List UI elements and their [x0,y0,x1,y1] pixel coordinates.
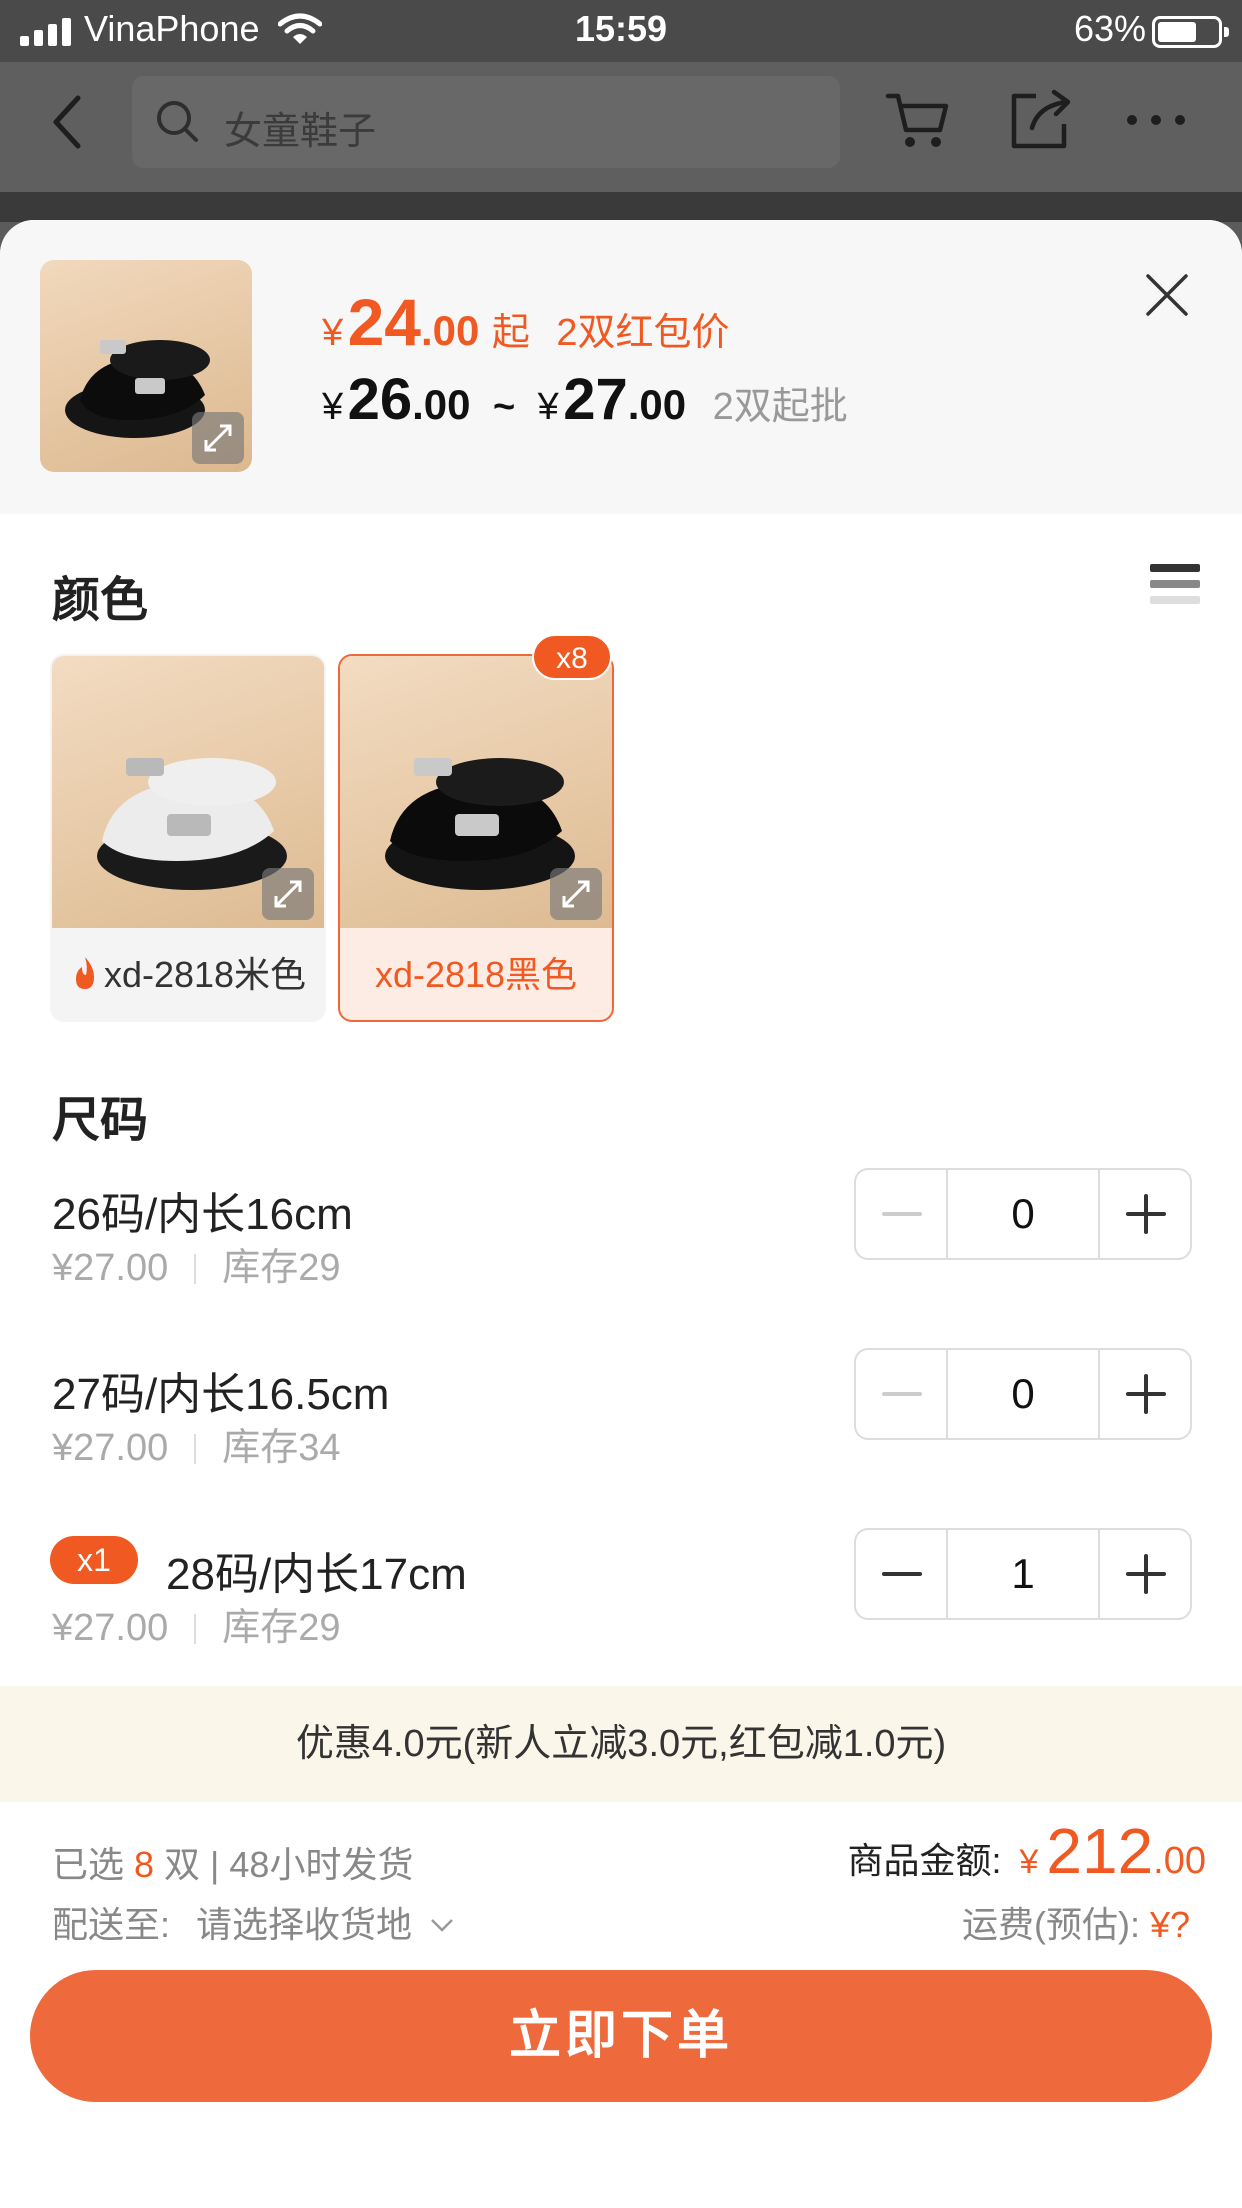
increase-button[interactable] [1098,1530,1190,1618]
ship-label: 配送至: [52,1904,171,1945]
size-name: 28码/内长17cm [166,1550,467,1599]
price-high-decimal: .00 [627,381,687,428]
total-decimal: .00 [1153,1840,1206,1882]
size-section-title: 尺码 [52,1094,149,1147]
more-icon[interactable] [1120,84,1192,156]
currency-symbol: ¥ [537,386,559,428]
size-meta: ¥27.00 库存29 [52,1236,341,1291]
discount-banner: 优惠4.0元(新人立减3.0元,红包减1.0元) [0,1686,1242,1802]
size-name: 27码/内长16.5cm [52,1370,390,1419]
quantity-value[interactable]: 0 [948,1350,1098,1438]
color-option-beige[interactable]: xd-2818米色 [50,654,326,1022]
list-view-icon[interactable] [1150,564,1200,616]
min-order-text: 2双起批 [712,386,848,428]
size-price: ¥27.00 [52,1607,169,1649]
search-icon [157,101,198,142]
size-row: 27码/内长16.5cm ¥27.00 库存34 0 [0,1348,1242,1488]
size-name: 26码/内长16cm [52,1190,353,1239]
total-amount: 商品金额: ¥212.00 [847,1814,1206,1888]
size-meta: ¥27.00 库存34 [52,1416,341,1471]
total-currency: ¥ [1019,1843,1039,1881]
color-option-image [340,656,612,928]
size-row: x1 28码/内长17cm ¥27.00 库存29 1 [0,1528,1242,1668]
status-bar: VinaPhone 15:59 63% [0,0,1242,62]
expand-icon[interactable] [192,412,244,464]
search-bar[interactable]: 女童鞋子 [132,76,840,168]
size-stock: 库存29 [222,1607,341,1649]
size-count-badge: x1 [50,1536,138,1584]
color-option-label: xd-2818米色 [52,946,324,998]
selected-summary: 已选 8 双 | 48小时发货 [52,1836,413,1888]
decrease-button[interactable] [856,1530,948,1618]
selected-count: 8 [134,1844,155,1885]
sku-selector-sheet: ¥ 24.00 起 2双红包价 ¥ 26.00 ~ ¥ 27.00 2双起批 颜… [0,220,1242,2208]
currency-symbol: ¥ [322,386,344,428]
battery-percent: 63% [1073,8,1146,49]
color-option-label: xd-2818黑色 [374,954,578,995]
price-low-decimal: .00 [412,381,471,428]
close-icon[interactable] [1144,272,1190,318]
cart-icon[interactable] [882,84,954,156]
promo-tag: 2双红包价 [556,312,730,354]
sheet-header: ¥ 24.00 起 2双红包价 ¥ 26.00 ~ ¥ 27.00 2双起批 [0,220,1242,514]
quantity-value[interactable]: 0 [948,1170,1098,1258]
size-row: 26码/内长16cm ¥27.00 库存29 0 [0,1168,1242,1308]
selected-count-badge: x8 [532,634,612,680]
product-header: 女童鞋子 [0,62,1242,192]
quantity-stepper: 0 [854,1168,1192,1260]
promo-price-suffix: 起 [491,312,530,354]
freight-label: 运费(预估): [961,1904,1140,1945]
selected-suffix: 双 | 48小时发货 [164,1844,414,1885]
decrease-button[interactable] [856,1170,948,1258]
expand-icon[interactable] [262,868,314,920]
freight-value: ¥? [1149,1904,1190,1945]
size-price: ¥27.00 [52,1427,169,1469]
promo-price-integer: 24 [347,285,422,359]
increase-button[interactable] [1098,1170,1190,1258]
promo-price: ¥ 24.00 起 2双红包价 [322,284,729,360]
product-thumbnail[interactable] [40,260,252,472]
quantity-stepper: 0 [854,1348,1192,1440]
color-section-title: 颜色 [52,574,149,627]
size-stock: 库存29 [222,1247,341,1289]
ship-value: 请选择收货地 [196,1904,413,1945]
backdrop-overlay[interactable] [0,192,1242,222]
total-integer: 212 [1046,1815,1154,1887]
chevron-down-icon [431,1919,453,1932]
range-separator: ~ [492,386,516,428]
hot-flame-icon [75,957,94,989]
selected-prefix: 已选 [52,1844,125,1885]
price-high-integer: 27 [563,367,628,432]
back-icon[interactable] [44,90,92,154]
search-placeholder: 女童鞋子 [224,111,377,153]
clock: 15:59 [574,8,668,49]
increase-button[interactable] [1098,1350,1190,1438]
expand-icon[interactable] [550,868,602,920]
currency-symbol: ¥ [322,312,344,354]
promo-price-decimal: .00 [421,307,480,354]
quantity-stepper: 1 [854,1528,1192,1620]
shipping-address-selector[interactable]: 配送至: 请选择收货地 [52,1896,456,1948]
decrease-button[interactable] [856,1350,948,1438]
price-range: ¥ 26.00 ~ ¥ 27.00 2双起批 [322,366,848,433]
size-meta: ¥27.00 库存29 [52,1596,341,1651]
color-option-image [52,656,324,928]
price-low-integer: 26 [347,367,413,432]
total-label: 商品金额: [847,1840,1002,1881]
size-stock: 库存34 [222,1427,341,1469]
quantity-value[interactable]: 1 [948,1530,1098,1618]
share-icon[interactable] [1004,84,1076,156]
freight-estimate: 运费(预估): ¥? [962,1896,1190,1948]
size-price: ¥27.00 [52,1247,169,1289]
place-order-button[interactable]: 立即下单 [30,1970,1212,2102]
color-option-text: xd-2818米色 [103,954,307,995]
battery-icon [1152,16,1229,48]
color-option-black[interactable]: xd-2818黑色 [338,654,614,1022]
